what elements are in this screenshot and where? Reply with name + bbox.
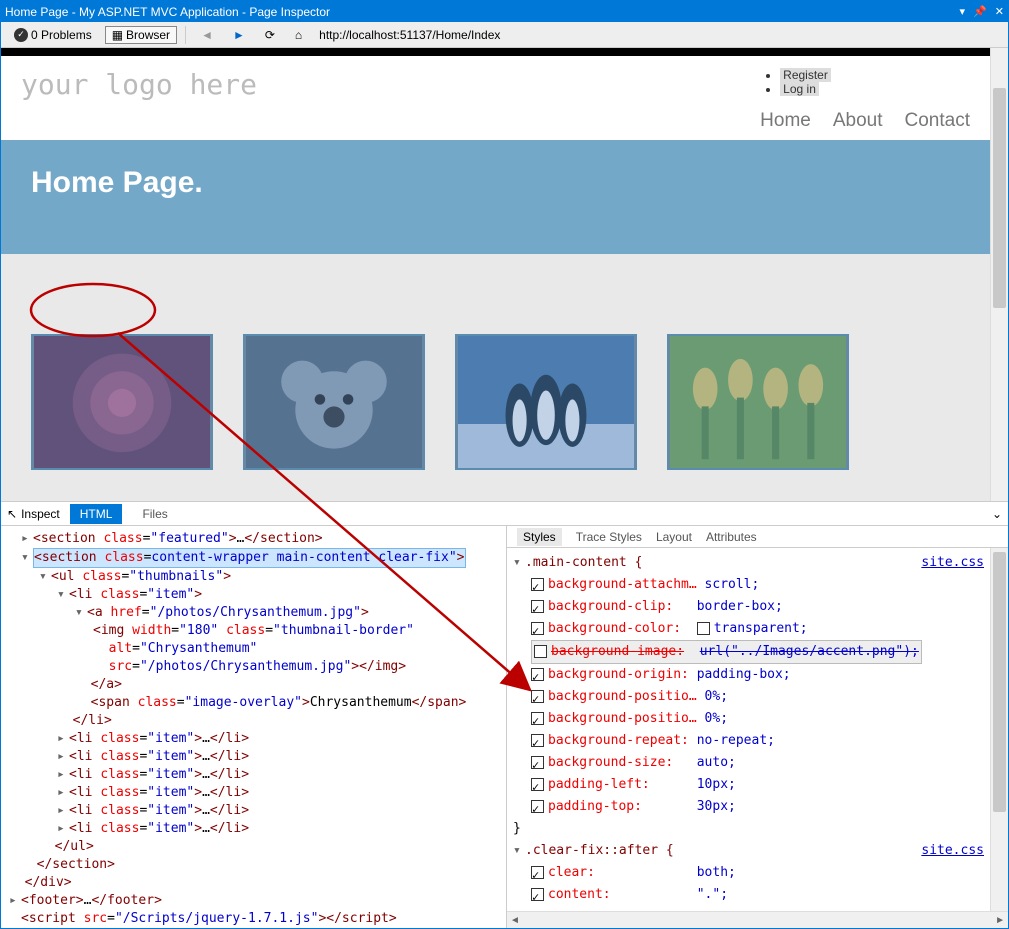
url-field[interactable]: http://localhost:51137/Home/Index <box>315 27 1002 43</box>
tab-attributes[interactable]: Attributes <box>706 530 757 544</box>
home-icon[interactable]: ⌂ <box>288 26 309 44</box>
page-topbar <box>1 48 990 56</box>
thumbnail-flower[interactable] <box>31 334 213 470</box>
tab-layout[interactable]: Layout <box>656 530 692 544</box>
window-titlebar: Home Page - My ASP.NET MVC Application -… <box>1 1 1008 22</box>
problems-button[interactable]: ✓ 0 Problems <box>7 26 99 44</box>
page-title: Home Page. <box>31 166 960 200</box>
nav-home[interactable]: Home <box>760 110 811 132</box>
tab-html[interactable]: HTML <box>70 504 123 524</box>
hero-banner: Home Page. <box>1 140 990 254</box>
login-link[interactable]: Log in <box>780 82 819 96</box>
register-link[interactable]: Register <box>780 68 831 82</box>
inspect-button[interactable]: ↖Inspect <box>7 507 60 521</box>
styles-hscrollbar[interactable]: ◄► <box>507 911 1008 928</box>
css-checkbox[interactable] <box>531 690 544 703</box>
styles-scrollbar[interactable] <box>990 548 1008 911</box>
thumbnail-gallery <box>1 254 990 490</box>
css-checkbox[interactable] <box>531 668 544 681</box>
cursor-icon: ↖ <box>7 507 17 521</box>
check-icon: ✓ <box>14 28 28 42</box>
source-link[interactable]: site.css <box>921 552 984 574</box>
thumbnail-tulips[interactable] <box>667 334 849 470</box>
css-checkbox[interactable] <box>531 756 544 769</box>
css-checkbox[interactable] <box>531 888 544 901</box>
browser-icon: ▦ <box>112 28 123 42</box>
page-header: your logo here Register Log in Home Abou… <box>1 56 990 140</box>
css-rules[interactable]: ▾.main-content {site.css background-atta… <box>507 548 990 911</box>
devtools-panel: ↖Inspect HTML Files ⌄ ▸<section class="f… <box>1 501 1008 928</box>
css-checkbox[interactable] <box>531 866 544 879</box>
logo-placeholder: your logo here <box>21 68 257 101</box>
main-nav: Home About Contact <box>760 110 970 132</box>
css-checkbox[interactable] <box>531 578 544 591</box>
nav-contact[interactable]: Contact <box>905 110 970 132</box>
tab-files[interactable]: Files <box>132 504 177 524</box>
source-link[interactable]: site.css <box>921 840 984 862</box>
styles-panel: Styles Trace Styles Layout Attributes ▾.… <box>507 526 1008 928</box>
tab-trace-styles[interactable]: Trace Styles <box>576 530 642 544</box>
css-checkbox-unchecked[interactable] <box>534 645 547 658</box>
browser-button[interactable]: ▦ Browser <box>105 26 177 44</box>
css-checkbox[interactable] <box>531 800 544 813</box>
css-checkbox[interactable] <box>531 622 544 635</box>
forward-icon[interactable]: ► <box>226 26 252 44</box>
refresh-icon[interactable]: ⟳ <box>258 26 282 44</box>
tab-styles[interactable]: Styles <box>517 528 562 546</box>
window-title: Home Page - My ASP.NET MVC Application -… <box>5 5 960 19</box>
viewport-scrollbar[interactable] <box>990 48 1008 501</box>
css-checkbox[interactable] <box>531 734 544 747</box>
browser-viewport: your logo here Register Log in Home Abou… <box>1 48 1008 501</box>
chevron-down-icon[interactable]: ⌄ <box>992 507 1002 521</box>
pin-icon[interactable]: 📌 <box>973 5 987 18</box>
back-icon[interactable]: ◄ <box>194 26 220 44</box>
css-checkbox[interactable] <box>531 712 544 725</box>
css-checkbox[interactable] <box>531 600 544 613</box>
thumbnail-koala[interactable] <box>243 334 425 470</box>
nav-about[interactable]: About <box>833 110 883 132</box>
css-checkbox[interactable] <box>531 778 544 791</box>
dom-tree[interactable]: ▸<section class="featured">…</section> ▾… <box>1 526 507 928</box>
thumbnail-penguins[interactable] <box>455 334 637 470</box>
dropdown-icon[interactable]: ▾ <box>960 5 966 18</box>
close-icon[interactable]: ✕ <box>995 5 1004 18</box>
toolbar: ✓ 0 Problems ▦ Browser ◄ ► ⟳ ⌂ http://lo… <box>1 22 1008 48</box>
toolbar-separator <box>185 26 186 44</box>
